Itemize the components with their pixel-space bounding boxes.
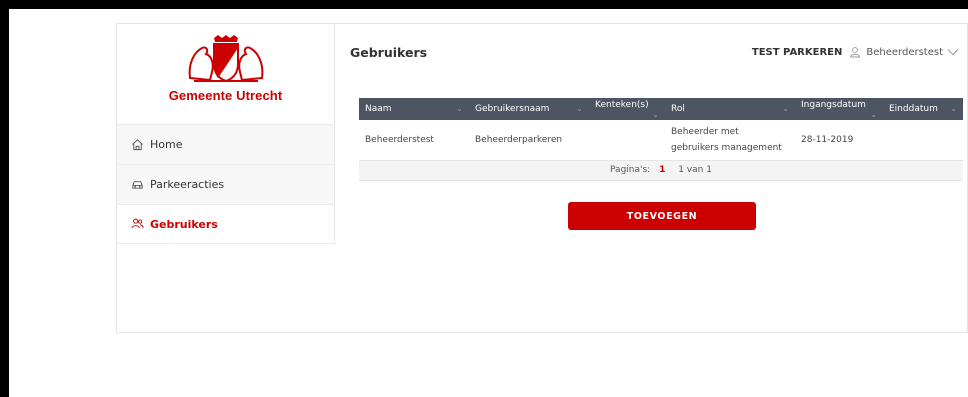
coat-of-arms-icon xyxy=(188,35,263,83)
column-header-ingangsdatum[interactable]: Ingangsdatum ⌄ xyxy=(795,98,883,120)
main-content: Gebruikers TEST PARKEREN Beheerderstest … xyxy=(350,24,967,334)
page-title: Gebruikers xyxy=(350,45,428,60)
chevron-down-icon[interactable] xyxy=(943,48,959,56)
sort-caret-icon: ⌄ xyxy=(456,104,463,113)
user-name: Beheerderstest xyxy=(866,46,943,58)
sidebar-item-label: Home xyxy=(150,138,183,151)
sidebar-item-label: Gebruikers xyxy=(150,217,218,231)
table-row[interactable]: Beheerderstest Beheerderparkeren Beheerd… xyxy=(359,120,963,161)
sort-caret-icon: ⌄ xyxy=(782,104,789,113)
sort-caret-icon: ⌄ xyxy=(870,109,877,119)
cell-einddatum xyxy=(883,120,963,161)
sidebar-item-label: Parkeeracties xyxy=(150,178,225,191)
sort-caret-icon: ⌄ xyxy=(652,109,659,119)
pager-label: Pagina's: xyxy=(610,165,651,175)
cell-naam: Beheerderstest xyxy=(359,120,469,161)
logo[interactable]: Gemeente Utrecht xyxy=(117,24,334,124)
user-icon xyxy=(849,46,866,58)
sidebar-item-gebruikers[interactable]: Gebruikers xyxy=(117,204,334,244)
column-header-naam[interactable]: Naam ⌄ xyxy=(359,98,469,120)
sidebar-item-parkeeracties[interactable]: Parkeeracties xyxy=(117,164,334,204)
brand-name: Gemeente Utrecht xyxy=(168,88,283,103)
users-icon xyxy=(131,217,145,231)
company-name: TEST PARKEREN xyxy=(751,46,843,58)
table-header-row: Naam ⌄ Gebruikersnaam ⌄ Kenteken(s) ⌄ Rol ⌄ … xyxy=(359,98,963,120)
column-header-rol[interactable]: Rol ⌄ xyxy=(665,98,795,120)
column-header-einddatum[interactable]: Einddatum ⌄ xyxy=(883,98,963,120)
pager-current-page[interactable]: 1 xyxy=(659,165,665,175)
column-header-kentekens[interactable]: Kenteken(s) ⌄ xyxy=(589,98,665,120)
users-table: Naam ⌄ Gebruikersnaam ⌄ Kenteken(s) ⌄ Rol ⌄ … xyxy=(359,98,963,181)
sort-caret-icon: ⌄ xyxy=(576,104,583,113)
pager-total: 1 van 1 xyxy=(678,165,712,175)
home-icon xyxy=(131,138,145,152)
pager-row: Pagina's: 1 1 van 1 xyxy=(359,160,963,181)
cell-gebruikersnaam: Beheerderparkeren xyxy=(469,120,589,161)
cell-ingangsdatum: 28-11-2019 xyxy=(795,120,883,161)
sort-caret-icon: ⌄ xyxy=(950,104,957,113)
sidebar-item-home[interactable]: Home xyxy=(117,124,334,164)
add-button[interactable]: TOEVOEGEN xyxy=(568,202,756,230)
app-card: Gemeente Utrecht Home Parkeeracties Gebr… xyxy=(116,23,968,333)
app-frame: Gemeente Utrecht Home Parkeeracties Gebr… xyxy=(9,9,968,397)
cell-rol: Beheerder met gebruikers management xyxy=(665,120,795,161)
column-header-gebruikersnaam[interactable]: Gebruikersnaam ⌄ xyxy=(469,98,589,120)
user-menu[interactable]: TEST PARKEREN Beheerderstest xyxy=(752,46,959,58)
car-icon xyxy=(131,178,145,192)
sidebar: Gemeente Utrecht Home Parkeeracties Gebr… xyxy=(117,24,335,244)
cell-kentekens xyxy=(589,120,665,161)
pager: Pagina's: 1 1 van 1 xyxy=(359,160,963,181)
